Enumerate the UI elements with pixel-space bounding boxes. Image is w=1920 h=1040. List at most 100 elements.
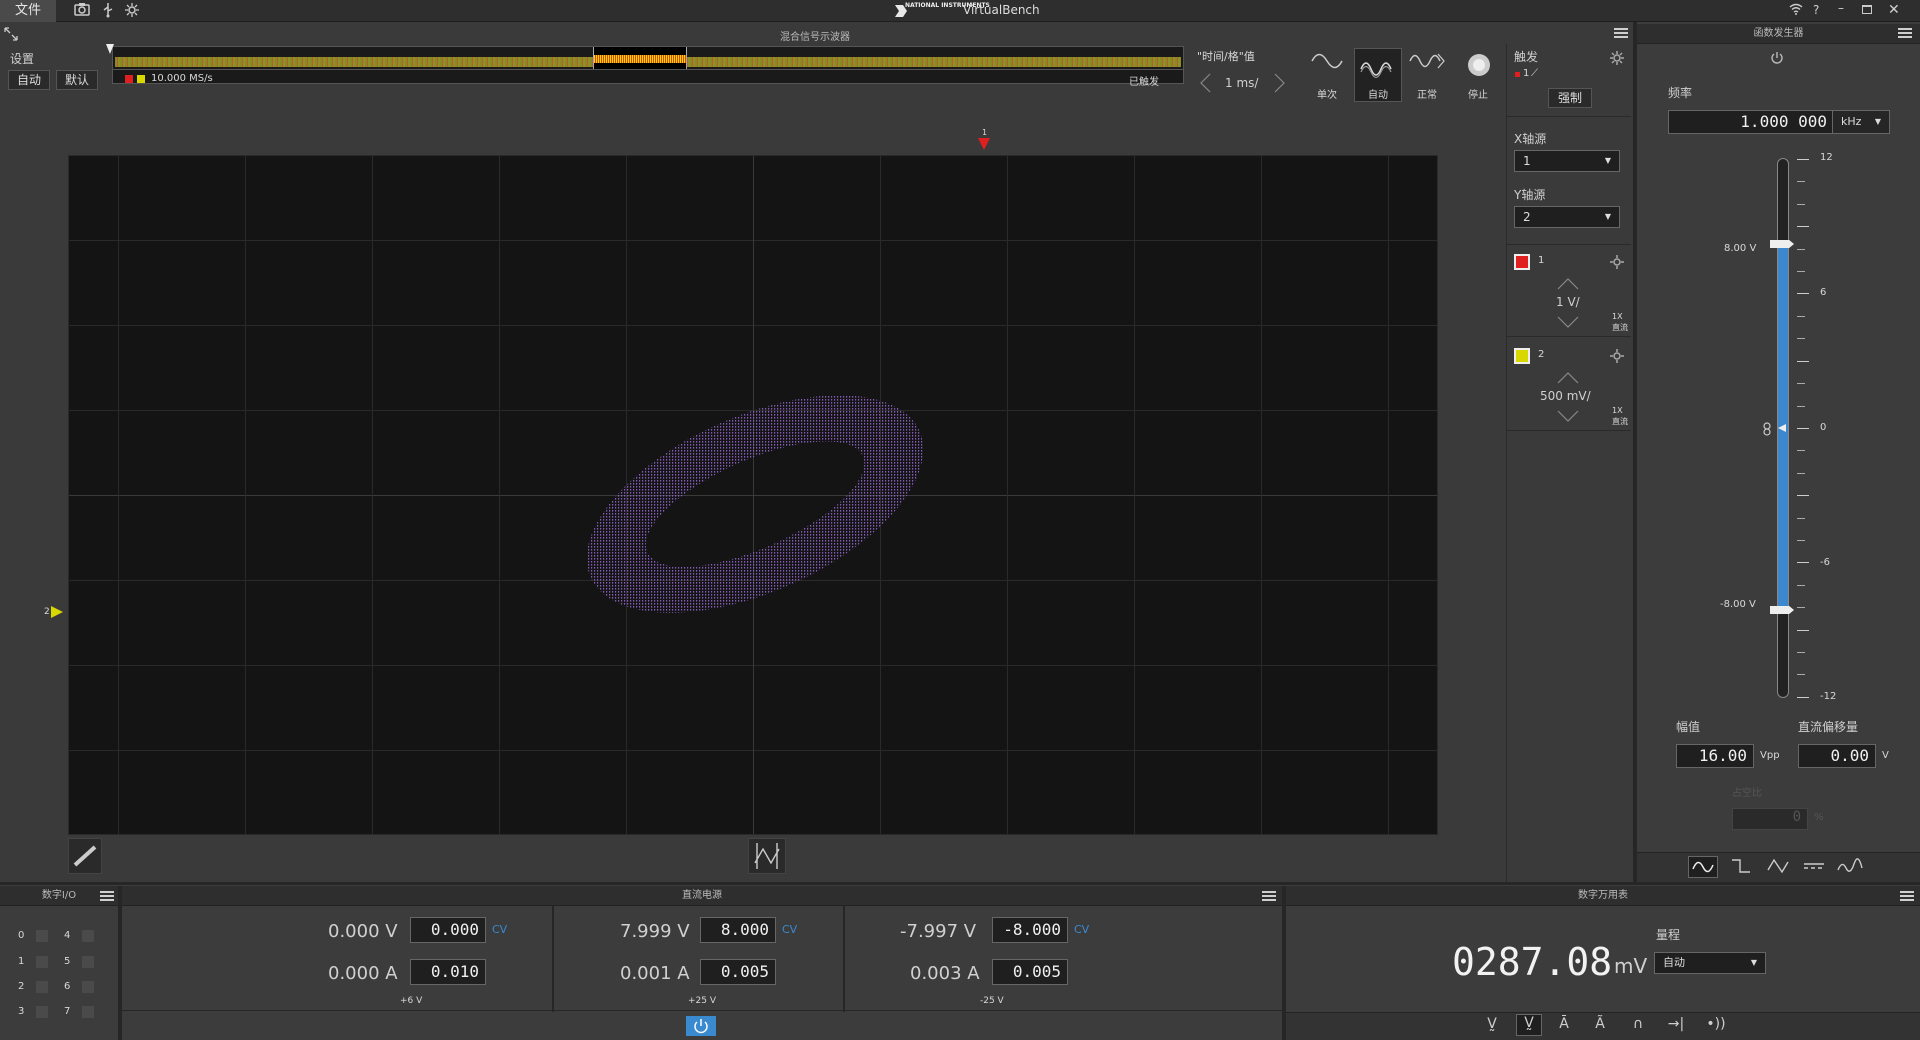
ch1-scale-down-icon[interactable]: [1556, 314, 1580, 328]
camera-icon[interactable]: [72, 2, 92, 20]
minimize-icon[interactable]: –: [1838, 1, 1844, 15]
scale-tick-neg12: -12: [1820, 691, 1837, 702]
restore-icon[interactable]: [1862, 5, 1872, 14]
dio-led[interactable]: [82, 1006, 94, 1018]
default-setup-button[interactable]: 默认: [56, 70, 98, 90]
dc2-current-set[interactable]: 0.005: [700, 959, 776, 985]
dc3-voltage-set[interactable]: -8.000: [992, 917, 1068, 943]
close-icon[interactable]: ✕: [1888, 2, 1900, 18]
lower-level-handle[interactable]: [1770, 606, 1794, 614]
file-menu[interactable]: 文件: [0, 0, 56, 22]
time-div-label: "时间/格"值: [1197, 50, 1255, 63]
ch1-enable-checkbox[interactable]: [1514, 254, 1530, 270]
ch2-gear-icon[interactable]: [1610, 348, 1624, 363]
offset-input[interactable]: 0.00: [1798, 744, 1876, 768]
dc1-voltage-meas: 0.000 V: [328, 921, 398, 942]
dmm-range-select[interactable]: 自动: [1654, 952, 1766, 974]
x-source-label: X轴源: [1514, 132, 1547, 146]
ch1-coupling: 直流: [1612, 323, 1628, 332]
dc3-current-set[interactable]: 0.005: [992, 959, 1068, 985]
sine-wave-button[interactable]: [1688, 856, 1718, 878]
dio-led[interactable]: [82, 956, 94, 968]
resistance-icon[interactable]: ∩: [1628, 1016, 1648, 1036]
ch1-probe: 1X: [1612, 312, 1623, 321]
dc-voltage-icon[interactable]: V̰: [1482, 1016, 1502, 1036]
dio-led[interactable]: [36, 930, 48, 942]
dio-led[interactable]: [36, 981, 48, 993]
dc-current-icon[interactable]: Ā: [1554, 1016, 1574, 1036]
ac-voltage-icon[interactable]: V̰: [1516, 1014, 1542, 1036]
ch2-scale-up-icon[interactable]: [1556, 370, 1580, 384]
dio-led[interactable]: [36, 956, 48, 968]
trigger-source: 1: [1523, 68, 1530, 79]
ch1-gear-icon[interactable]: [1610, 254, 1624, 269]
dio-led[interactable]: [36, 1006, 48, 1018]
arbitrary-wave-button[interactable]: [1836, 856, 1864, 878]
mode-stop-label: 停止: [1468, 90, 1488, 101]
y-source-label: Y轴源: [1514, 188, 1546, 202]
expand-icon[interactable]: [4, 26, 18, 41]
measure-ruler-icon[interactable]: [68, 838, 102, 874]
diode-icon[interactable]: →|: [1664, 1016, 1688, 1036]
fgen-power-icon[interactable]: [1770, 50, 1786, 66]
scope-screen[interactable]: [68, 155, 1438, 835]
upper-level-handle[interactable]: [1770, 240, 1794, 248]
time-decrease-icon[interactable]: [1197, 72, 1213, 94]
dc3-voltage-meas: -7.997 V: [900, 921, 977, 942]
link-icon[interactable]: [1763, 421, 1771, 436]
dio-led[interactable]: [82, 981, 94, 993]
dc-wave-button[interactable]: [1800, 856, 1828, 878]
triangle-wave-button[interactable]: [1764, 856, 1792, 878]
normal-mode-icon[interactable]: [1408, 50, 1448, 84]
dc1-name: +6 V: [400, 996, 423, 1006]
dc-supply-menu-icon[interactable]: [1262, 891, 1276, 901]
settings-label: 设置: [10, 52, 35, 66]
ch1-scale[interactable]: 1 V/: [1556, 295, 1580, 309]
ch2-scale[interactable]: 500 mV/: [1540, 389, 1591, 403]
help-icon[interactable]: ?: [1813, 3, 1819, 17]
scope-menu-icon[interactable]: [1614, 28, 1628, 38]
y-source-select[interactable]: 2: [1514, 206, 1620, 228]
ch1-scale-up-icon[interactable]: [1556, 276, 1580, 290]
ch2-probe: 1X: [1612, 406, 1623, 415]
x-source-select[interactable]: 1: [1514, 150, 1620, 172]
fgen-menu-icon[interactable]: [1898, 28, 1912, 38]
app-title: VirtualBench: [963, 3, 1040, 17]
cursor-icon[interactable]: [748, 838, 786, 874]
trigger-marker-label: 1: [982, 128, 988, 137]
dio-menu-icon[interactable]: [100, 891, 114, 901]
dio-led[interactable]: [82, 930, 94, 942]
trigger-status: 已触发: [1129, 77, 1159, 88]
dc2-voltage-set[interactable]: 8.000: [700, 917, 776, 943]
ch2-enable-checkbox[interactable]: [1514, 348, 1530, 364]
continuity-icon[interactable]: •)): [1704, 1016, 1728, 1036]
ac-current-icon[interactable]: Ã: [1590, 1016, 1610, 1036]
time-div-value[interactable]: 1 ms/: [1225, 76, 1258, 90]
dmm-menu-icon[interactable]: [1900, 891, 1914, 901]
dc1-current-set[interactable]: 0.010: [410, 959, 486, 985]
amplitude-input[interactable]: 16.00: [1676, 744, 1754, 768]
stop-icon[interactable]: [1468, 54, 1490, 76]
single-mode-icon[interactable]: [1310, 50, 1346, 84]
freq-unit-select[interactable]: kHz: [1832, 110, 1890, 134]
overview-window[interactable]: [593, 47, 687, 69]
dc1-voltage-set[interactable]: 0.000: [410, 917, 486, 943]
auto-setup-button[interactable]: 自动: [8, 70, 50, 90]
ch2-id: 2: [1538, 349, 1545, 360]
sample-rate: 10.000 MS/s: [151, 73, 213, 84]
freq-input[interactable]: 1.000 000: [1668, 110, 1834, 134]
dc1-mode: CV: [492, 923, 508, 936]
dio-pin-6: 6: [64, 981, 71, 992]
time-increase-icon[interactable]: [1272, 72, 1288, 94]
dc-power-button[interactable]: [686, 1016, 716, 1036]
square-wave-button[interactable]: [1728, 856, 1756, 878]
dc2-current-meas: 0.001 A: [620, 963, 690, 984]
force-trigger-button[interactable]: 强制: [1548, 88, 1592, 108]
dmm-unit: mV: [1614, 954, 1648, 978]
network-settings-icon[interactable]: [122, 2, 142, 20]
usb-icon[interactable]: [100, 2, 116, 20]
ch2-scale-down-icon[interactable]: [1556, 408, 1580, 422]
duty-cycle-label: 占空比: [1732, 788, 1762, 799]
waveform-overview[interactable]: 10.000 MS/s 已触发: [112, 46, 1184, 88]
trigger-gear-icon[interactable]: [1610, 50, 1624, 65]
